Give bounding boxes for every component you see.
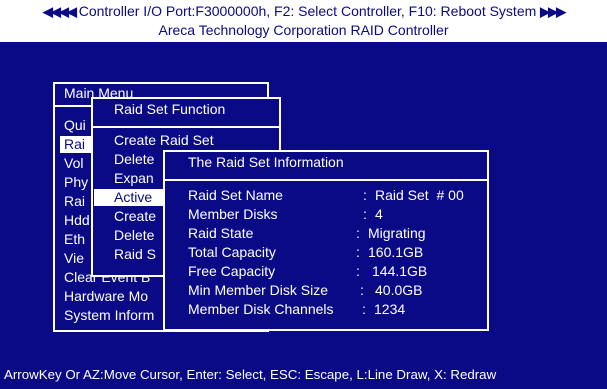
main-menu-item[interactable]: Qui	[64, 117, 86, 134]
main-menu-item[interactable]: Rai	[64, 193, 85, 210]
main-menu-item[interactable]: Hdd	[64, 212, 90, 229]
raid-info-sep: :	[356, 225, 360, 241]
left-arrows-icon: ◀◀◀◀	[42, 4, 77, 19]
raid-info-sep: :	[362, 301, 366, 317]
title-text: Controller I/O Port:F3000000h, F2: Selec…	[78, 3, 537, 19]
raid-info-value: 40.0GB	[375, 282, 423, 298]
raid-info-value: Raid Set # 00	[375, 187, 464, 203]
raid-info-label: Raid State	[188, 225, 254, 241]
raid-function-item-create[interactable]: Create Raid Set	[114, 132, 214, 149]
raid-info-sep: :	[360, 282, 364, 298]
main-menu-item[interactable]: Vol	[64, 155, 83, 172]
main-menu-item[interactable]: Phy	[64, 174, 88, 191]
title-line-1: ◀◀◀◀ Controller I/O Port:F3000000h, F2: …	[0, 3, 607, 20]
raid-set-function-title: Raid Set Function	[114, 101, 226, 117]
raid-info-sep: :	[356, 263, 360, 279]
raid-info-label: Total Capacity	[188, 244, 276, 260]
help-text: ArrowKey Or AZ:Move Cursor, Enter: Selec…	[4, 367, 497, 382]
raid-info-label: Member Disk Channels	[188, 301, 334, 317]
raid-info-value: 1234	[374, 301, 406, 317]
raid-info-value: 160.1GB	[368, 244, 424, 260]
raid-info-sep: :	[363, 206, 367, 222]
main-menu-item[interactable]: System Inform	[64, 307, 154, 324]
raid-info-label: Member Disks	[188, 206, 278, 222]
help-bar: ArrowKey Or AZ:Move Cursor, Enter: Selec…	[0, 361, 607, 389]
main-menu-item[interactable]: Eth	[64, 231, 85, 248]
raid-info-title: The Raid Set Information	[188, 154, 344, 170]
main-menu-item[interactable]: Hardware Mo	[64, 288, 148, 305]
raid-info-value: 144.1GB	[372, 263, 428, 279]
raid-info-label: Raid Set Name	[188, 187, 283, 203]
raid-function-item-create-hot-spare[interactable]: Create	[114, 208, 156, 225]
raid-info-label: Free Capacity	[188, 263, 276, 279]
right-arrows-icon: ▶▶▶	[540, 4, 566, 19]
raid-info-value: 4	[375, 206, 383, 222]
raid-function-item-expand[interactable]: Expan	[114, 170, 154, 187]
raid-function-item-delete[interactable]: Delete	[114, 151, 154, 168]
title-bar: ◀◀◀◀ Controller I/O Port:F3000000h, F2: …	[0, 0, 607, 42]
raid-info-sep: :	[356, 244, 360, 260]
raid-info-value: Migrating	[368, 225, 426, 241]
raid-function-item-delete-hot-spare[interactable]: Delete	[114, 227, 154, 244]
raid-function-item-raid-set-info[interactable]: Raid S	[114, 246, 156, 263]
raid-info-divider	[163, 179, 489, 181]
raid-info-label: Min Member Disk Size	[188, 282, 329, 298]
raid-info-sep: :	[363, 187, 367, 203]
raid-set-function-divider	[91, 126, 281, 128]
main-menu-item[interactable]: Vie	[64, 250, 84, 267]
title-line-2: Areca Technology Corporation RAID Contro…	[158, 22, 449, 38]
